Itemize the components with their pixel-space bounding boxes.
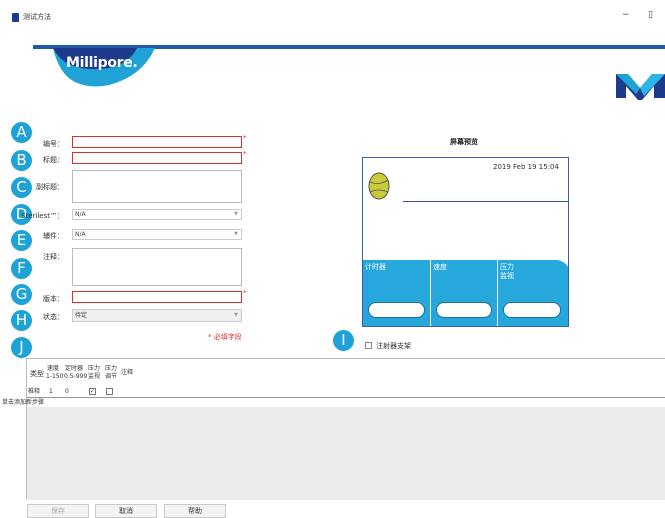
preview-tile-speed: 速度 (431, 260, 497, 326)
tile-pill (436, 302, 492, 318)
tennis-ball-icon (368, 172, 390, 200)
subtitle-label: 副标题： (36, 183, 64, 191)
marker-j: J (11, 337, 32, 358)
col-speed-range: 1-150 (46, 373, 64, 380)
col-pressure-regulate: 压力 (105, 365, 118, 372)
save-button[interactable]: 保存 (27, 504, 89, 518)
title-required-star: * (243, 150, 247, 158)
status-select[interactable]: 待定 ▼ (72, 309, 242, 322)
tile-label: 速度 (433, 263, 447, 271)
sterilest-select[interactable]: N/A ▼ (72, 209, 242, 220)
minimize-button[interactable]: − (622, 10, 630, 20)
col-timer: 定时器 (65, 365, 84, 372)
status-value: 待定 (75, 312, 88, 319)
tile-label: 压力 (500, 263, 514, 271)
col-note: 注释 (121, 369, 134, 376)
status-label: 状态： (43, 313, 64, 321)
sterilest-label: Sterilest™： (21, 212, 64, 220)
chevron-down-icon: ▼ (234, 312, 238, 318)
col-speed: 速度 (47, 365, 60, 372)
number-required-star: * (243, 134, 247, 142)
tile-pill (368, 302, 425, 318)
col-pressure-monitor-sub: 监视 (88, 373, 101, 380)
number-input[interactable] (72, 136, 242, 148)
window-title: 测试方法 (23, 13, 51, 21)
row-pressure-monitor-checkbox[interactable]: ✓ (89, 388, 96, 395)
app-icon (12, 13, 19, 22)
row-speed[interactable]: 1 (49, 388, 53, 395)
accessory-label: 辅件： (43, 232, 64, 240)
logo-text: Millipore. (66, 55, 138, 71)
col-timer-range: 0.5-999 (64, 373, 88, 380)
tile-label-line2: 监视 (500, 272, 514, 280)
title-label: 标题： (43, 156, 64, 164)
version-required-star: * (243, 289, 247, 297)
accessory-value: N/A (75, 231, 86, 238)
accessory-select[interactable]: N/A ▼ (72, 229, 242, 240)
merck-m-logo (616, 74, 665, 100)
preview-datetime: 2019 Feb 19 15:04 (493, 163, 559, 171)
number-label: 编号： (43, 140, 64, 148)
title-bar: 测试方法 − ▯ (0, 0, 665, 40)
required-fields-note: * 必填字段 (208, 333, 242, 341)
chevron-down-icon: ▼ (234, 231, 238, 237)
preview-divider (403, 201, 568, 202)
sterilest-value: N/A (75, 211, 86, 218)
notes-label: 注释： (43, 253, 64, 261)
col-pressure-regulate-sub: 调节 (105, 373, 118, 380)
preview-tile-pressure: 压力 监视 (498, 260, 568, 326)
maximize-button[interactable]: ▯ (648, 10, 653, 20)
grid-empty-area (27, 407, 665, 500)
row-timer[interactable]: 0 (65, 388, 69, 395)
col-pressure-monitor: 压力 (88, 365, 101, 372)
subtitle-input[interactable] (72, 170, 242, 203)
cancel-button[interactable]: 取消 (95, 504, 157, 518)
version-input[interactable] (72, 291, 242, 303)
notes-textarea[interactable] (72, 248, 242, 286)
grid-row-separator (27, 397, 665, 398)
preview-tile-timer: 计时器 (363, 260, 430, 326)
title-input[interactable] (72, 152, 242, 164)
chevron-down-icon: ▼ (234, 211, 238, 217)
version-label: 版本： (43, 295, 64, 303)
row-type[interactable]: 椎释 (28, 388, 40, 395)
screen-preview: 2019 Feb 19 15:04 计时器 速度 压力 监视 (362, 157, 569, 327)
marker-i: I (333, 330, 354, 351)
help-button[interactable]: 帮助 (164, 504, 226, 518)
injector-support-label: 注射器支架 (376, 342, 411, 350)
row-pressure-regulate-checkbox[interactable] (106, 388, 113, 395)
steps-grid: 类型 速度 1-150 定时器 0.5-999 压力 监视 压力 调节 注释 椎… (2, 358, 665, 500)
preview-title: 屏幕预览 (450, 138, 478, 146)
tile-pill (503, 302, 561, 318)
add-step-link[interactable]: 单击添加新步骤 (2, 399, 44, 406)
injector-support-checkbox[interactable] (365, 342, 372, 349)
col-type: 类型 (30, 370, 44, 378)
tile-label: 计时器 (365, 263, 386, 271)
